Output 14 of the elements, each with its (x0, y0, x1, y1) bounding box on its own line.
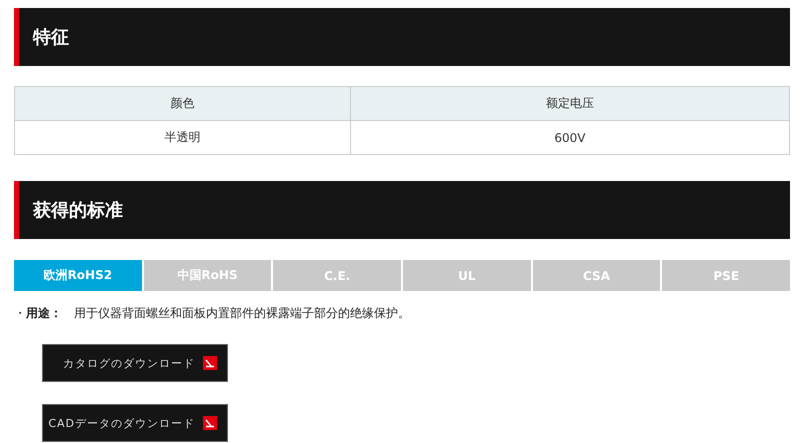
section-title: 特征 (33, 26, 69, 49)
table-cell: 600V (350, 120, 790, 154)
standard-tab[interactable]: 欧洲RoHS2 (14, 260, 142, 291)
download-button[interactable]: カタログのダウンロード (42, 344, 228, 382)
bullet: ・ (14, 305, 26, 322)
column-header: 额定电压 (350, 86, 790, 120)
section-title: 获得的标准 (33, 199, 123, 222)
download-button[interactable]: CADデータのダウンロード (42, 404, 228, 442)
table-cell: 半透明 (14, 120, 350, 154)
arrow-icon (203, 356, 217, 370)
column-header: 颜色 (14, 86, 350, 120)
usage-text: 用于仪器背面螺丝和面板内置部件的裸露端子部分的绝缘保护。 (74, 305, 410, 322)
arrow-icon (203, 416, 217, 430)
usage-label: 用途： (26, 305, 62, 322)
